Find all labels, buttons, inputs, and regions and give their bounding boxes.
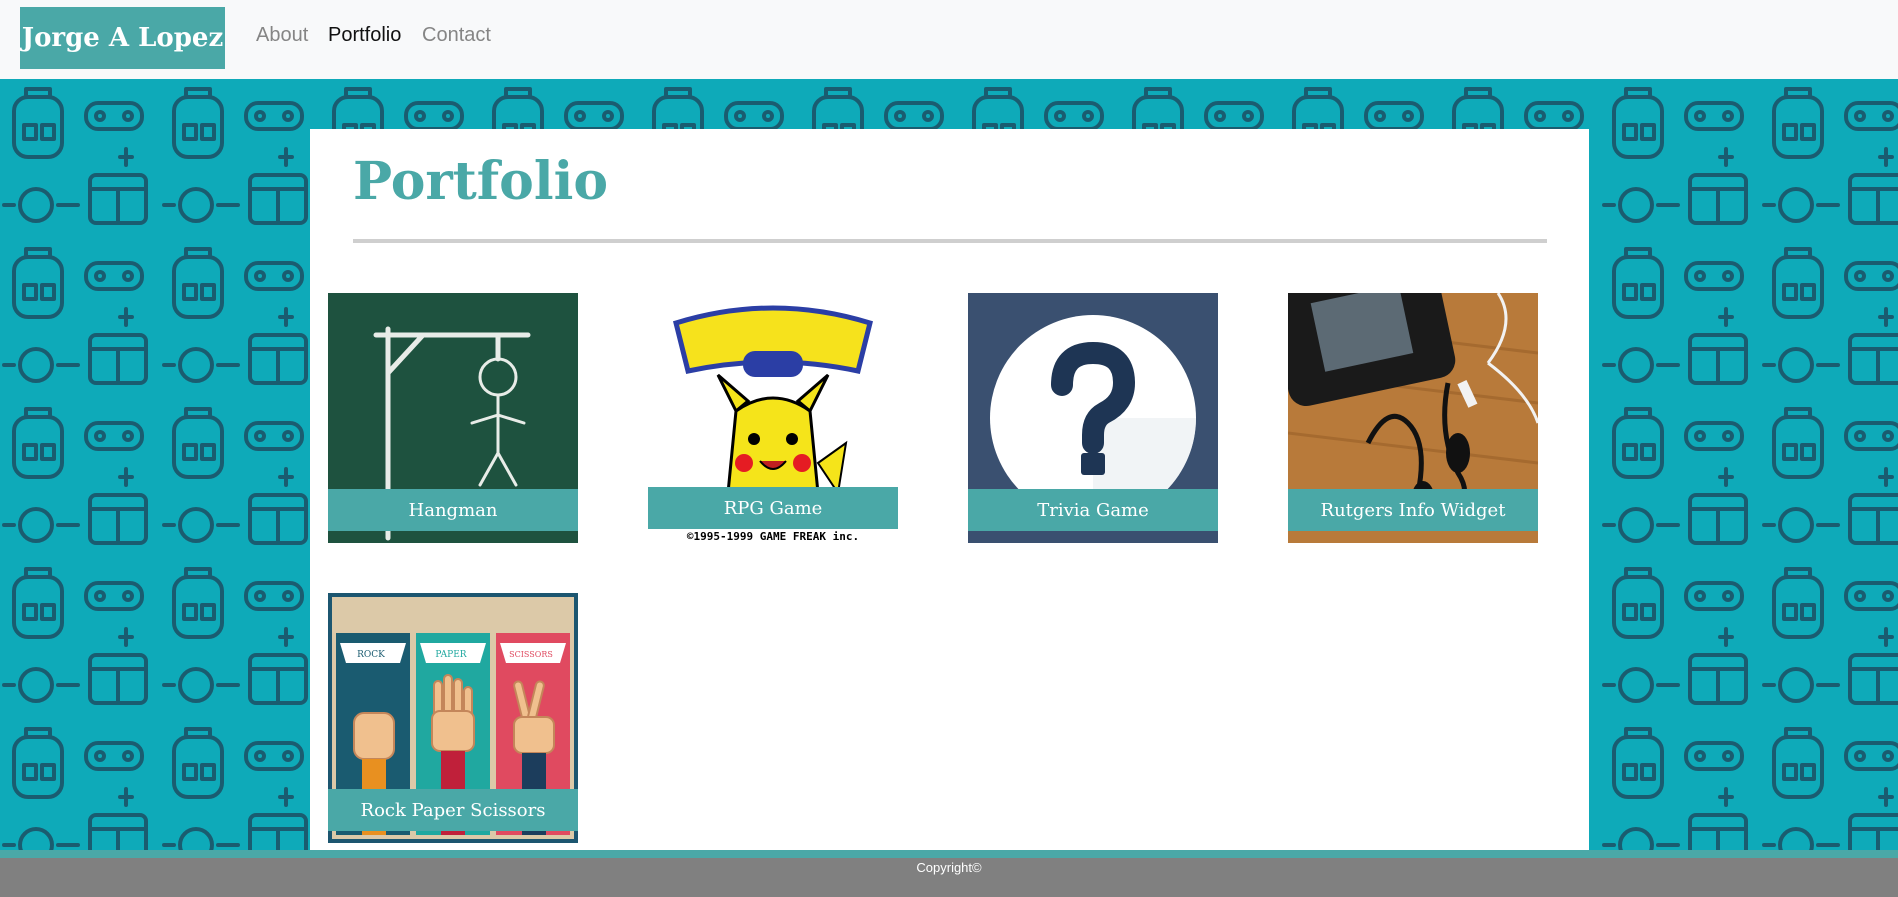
top-navbar: Jorge A Lopez About Portfolio Contact	[0, 0, 1898, 79]
footer-accent-stripe	[0, 850, 1898, 858]
paper-panel-title: PAPER	[435, 650, 467, 660]
page-footer: Copyright©	[0, 858, 1898, 897]
title-divider	[353, 239, 1547, 243]
project-label-trivia-game: Trivia Game	[968, 489, 1218, 531]
project-label-rutgers-info-widget: Rutgers Info Widget	[1288, 489, 1538, 531]
project-label-hangman: Hangman	[328, 489, 578, 531]
page-title: Portfolio	[353, 151, 609, 212]
portfolio-card: Portfolio Hangman RPG Game ©1995-1999 GA…	[310, 129, 1589, 850]
project-tile-rock-paper-scissors[interactable]: ROCK PAPER SCISSORS Rock Paper Scissors	[328, 593, 578, 843]
project-label-rpg-game: RPG Game	[648, 487, 898, 529]
pokemon-copyright-caption: ©1995-1999 GAME FREAK inc.	[686, 530, 860, 543]
project-tile-rpg-game[interactable]: RPG Game ©1995-1999 GAME FREAK inc.	[648, 293, 898, 543]
project-tile-hangman[interactable]: Hangman	[328, 293, 578, 543]
nav-link-about[interactable]: About	[256, 24, 308, 47]
nav-link-portfolio[interactable]: Portfolio	[328, 24, 401, 47]
project-label-rock-paper-scissors: Rock Paper Scissors	[328, 789, 578, 831]
project-tile-trivia-game[interactable]: Trivia Game	[968, 293, 1218, 543]
project-tile-rutgers-info-widget[interactable]: Rutgers Info Widget	[1288, 293, 1538, 543]
copyright-text: Copyright©	[916, 860, 982, 875]
brand-logo-link[interactable]: Jorge A Lopez	[20, 7, 225, 69]
nav-link-contact[interactable]: Contact	[422, 24, 491, 47]
rock-panel-title: ROCK	[357, 650, 385, 660]
scissors-panel-title: SCISSORS	[509, 650, 553, 659]
